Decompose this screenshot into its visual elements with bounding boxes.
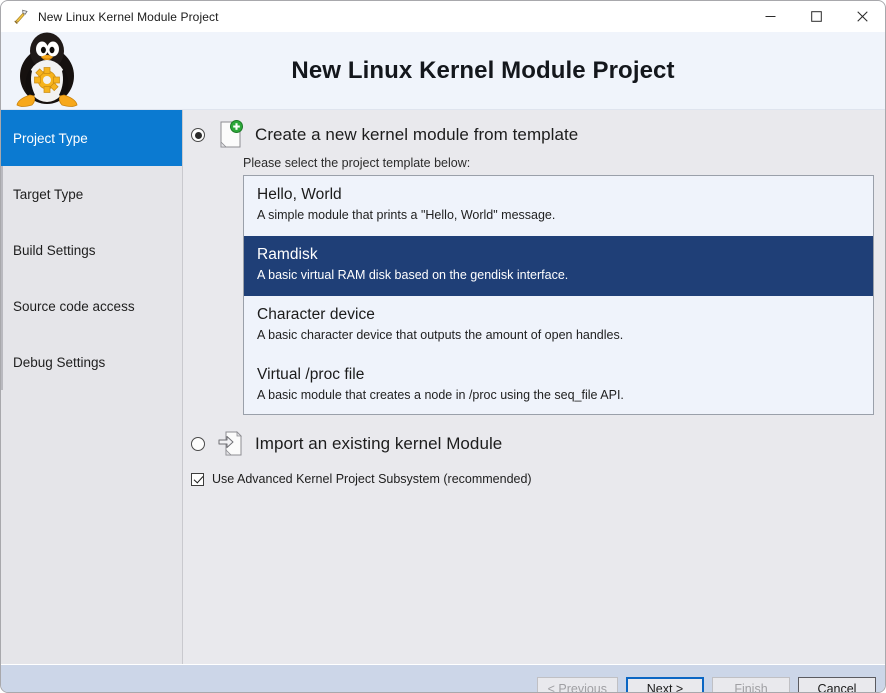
template-title: Virtual /proc file bbox=[257, 366, 365, 383]
template-description: A basic character device that outputs th… bbox=[257, 328, 624, 342]
sidebar-item-source-code-access[interactable]: Source code access bbox=[1, 278, 182, 334]
list-item[interactable]: Hello, World A simple module that prints… bbox=[244, 176, 873, 236]
sidebar-item-label: Build Settings bbox=[13, 242, 96, 258]
sidebar-item-label: Debug Settings bbox=[13, 354, 106, 370]
advanced-subsystem-checkbox[interactable] bbox=[191, 472, 204, 486]
list-item[interactable]: Virtual /proc file A basic module that c… bbox=[244, 356, 873, 414]
template-description: A basic module that creates a node in /p… bbox=[257, 388, 624, 402]
window-controls bbox=[747, 1, 885, 32]
advanced-subsystem-row[interactable]: Use Advanced Kernel Project Subsystem (r… bbox=[183, 472, 885, 486]
create-from-template-radio[interactable] bbox=[191, 128, 205, 142]
list-item[interactable]: Character device A basic character devic… bbox=[244, 296, 873, 356]
finish-button[interactable]: Finish bbox=[712, 676, 790, 692]
sidebar-item-target-type[interactable]: Target Type bbox=[1, 166, 182, 222]
cancel-button[interactable]: Cancel bbox=[798, 676, 876, 692]
create-from-template-option[interactable]: Create a new kernel module from template bbox=[183, 120, 885, 150]
import-module-radio[interactable] bbox=[191, 437, 205, 451]
maximize-button[interactable] bbox=[793, 1, 839, 32]
advanced-subsystem-label: Use Advanced Kernel Project Subsystem (r… bbox=[212, 472, 532, 486]
create-from-template-label: Create a new kernel module from template bbox=[255, 125, 579, 144]
template-title: Character device bbox=[257, 306, 375, 323]
minimize-button[interactable] bbox=[747, 1, 793, 32]
previous-button[interactable]: < Previous bbox=[536, 676, 618, 692]
import-document-icon bbox=[217, 429, 245, 459]
close-button[interactable] bbox=[839, 1, 885, 32]
import-module-label: Import an existing kernel Module bbox=[255, 434, 503, 453]
sidebar-item-build-settings[interactable]: Build Settings bbox=[1, 222, 182, 278]
sidebar-item-label: Project Type bbox=[13, 130, 88, 146]
dialog-window: New Linux Kernel Module Project New Linu… bbox=[0, 0, 886, 693]
window-title: New Linux Kernel Module Project bbox=[38, 9, 219, 24]
template-title: Hello, World bbox=[257, 186, 342, 203]
template-description: A simple module that prints a "Hello, Wo… bbox=[257, 208, 556, 222]
hammer-icon bbox=[13, 9, 29, 25]
sidebar-item-label: Source code access bbox=[13, 298, 135, 314]
wizard-content: Create a new kernel module from template… bbox=[183, 110, 885, 664]
list-item[interactable]: Ramdisk A basic virtual RAM disk based o… bbox=[244, 236, 873, 296]
template-list[interactable]: Hello, World A simple module that prints… bbox=[243, 175, 874, 415]
import-module-option[interactable]: Import an existing kernel Module bbox=[183, 429, 885, 459]
wizard-sidebar: Project Type Target Type Build Settings … bbox=[1, 110, 183, 664]
sidebar-item-debug-settings[interactable]: Debug Settings bbox=[1, 334, 182, 390]
title-bar: New Linux Kernel Module Project bbox=[1, 1, 885, 32]
dialog-body: Project Type Target Type Build Settings … bbox=[1, 110, 885, 664]
template-hint: Please select the project template below… bbox=[243, 156, 471, 170]
new-document-icon bbox=[217, 120, 245, 150]
dialog-footer: < Previous Next > Finish Cancel bbox=[1, 664, 885, 692]
sidebar-item-label: Target Type bbox=[13, 186, 84, 202]
template-description: A basic virtual RAM disk based on the ge… bbox=[257, 268, 569, 282]
sidebar-item-project-type[interactable]: Project Type bbox=[1, 110, 182, 166]
next-button[interactable]: Next > bbox=[626, 676, 704, 692]
header-banner: New Linux Kernel Module Project bbox=[1, 32, 885, 110]
page-title: New Linux Kernel Module Project bbox=[291, 56, 675, 84]
tux-penguin-logo bbox=[8, 29, 86, 109]
template-title: Ramdisk bbox=[257, 246, 318, 263]
